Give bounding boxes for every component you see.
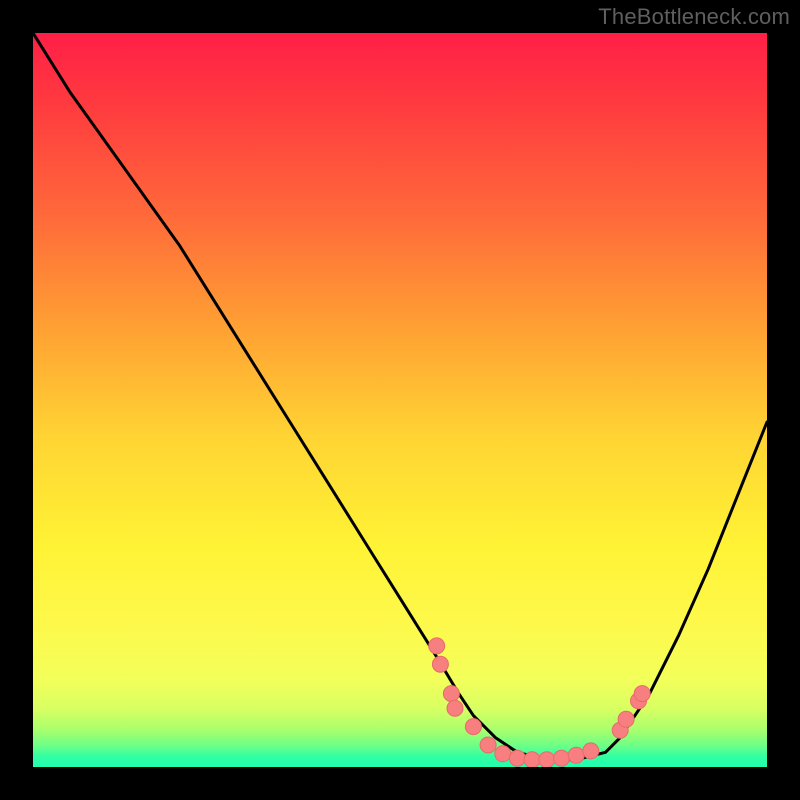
- curve-marker: [524, 752, 540, 767]
- curve-marker: [583, 743, 599, 759]
- curve-marker: [429, 638, 445, 654]
- plot-area: [33, 33, 767, 767]
- attribution-label: TheBottleneck.com: [598, 4, 790, 30]
- curve-marker: [568, 747, 584, 763]
- curve-layer: [33, 33, 767, 767]
- curve-marker: [618, 711, 634, 727]
- curve-marker: [432, 656, 448, 672]
- curve-markers: [429, 638, 651, 767]
- curve-marker: [443, 686, 459, 702]
- curve-marker: [480, 737, 496, 753]
- chart-stage: TheBottleneck.com: [0, 0, 800, 800]
- curve-marker: [495, 746, 511, 762]
- curve-marker: [554, 750, 570, 766]
- curve-marker: [634, 686, 650, 702]
- curve-marker: [509, 750, 525, 766]
- curve-marker: [465, 719, 481, 735]
- curve-marker: [539, 752, 555, 767]
- curve-marker: [447, 700, 463, 716]
- bottleneck-curve: [33, 33, 767, 760]
